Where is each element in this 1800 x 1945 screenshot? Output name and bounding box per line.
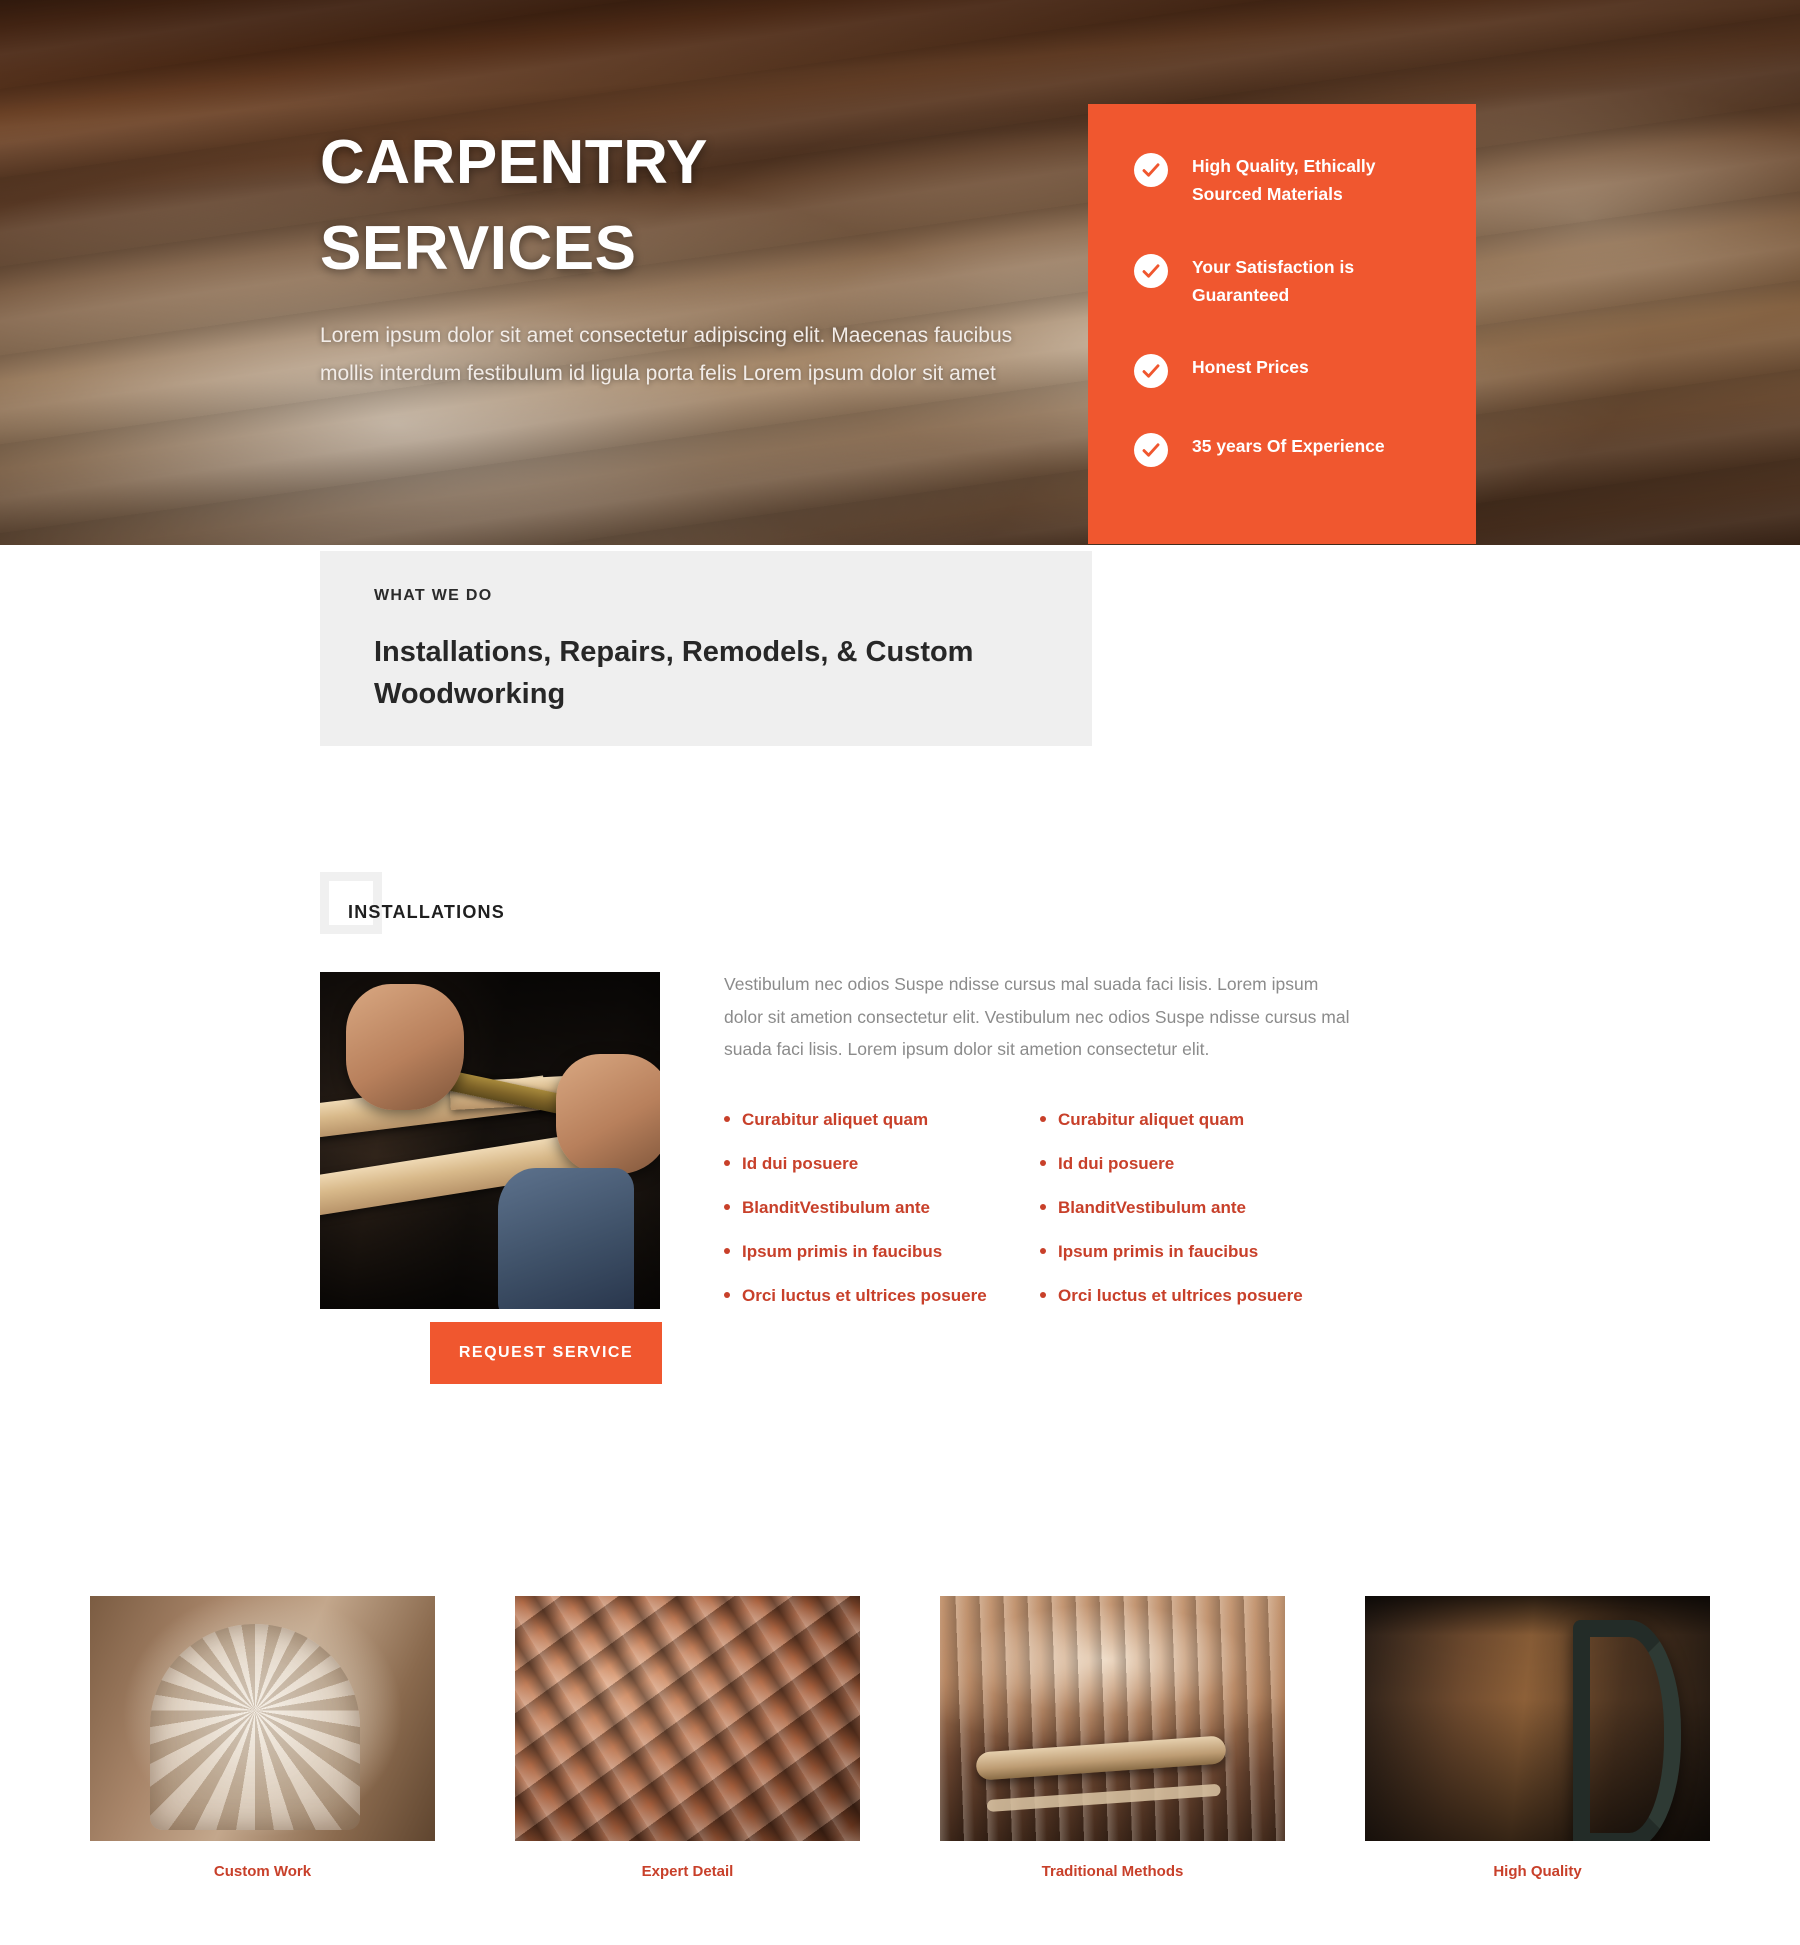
bullet-list-right: Curabitur aliquet quam Id dui posuere Bl… — [1040, 1110, 1356, 1306]
bullet-dot-icon — [724, 1291, 730, 1298]
bullet-dot-icon — [724, 1115, 730, 1122]
bullet-label: Curabitur aliquet quam — [1058, 1109, 1245, 1129]
bullet-label: Orci luctus et ultrices posuere — [1058, 1285, 1303, 1305]
hero-content: Carpentry Services Lorem ipsum dolor sit… — [320, 120, 1040, 394]
list-item[interactable]: Curabitur aliquet quam — [1040, 1110, 1356, 1130]
bullet-dot-icon — [1040, 1247, 1046, 1254]
list-item[interactable]: Ipsum primis in faucibus — [724, 1242, 1040, 1262]
gallery-caption: High Quality — [1493, 1863, 1582, 1880]
gallery-photo[interactable] — [90, 1596, 435, 1841]
list-item[interactable]: BlanditVestibulum ante — [1040, 1198, 1356, 1218]
gallery-item[interactable]: High Quality — [1365, 1596, 1710, 1880]
bullet-label: BlanditVestibulum ante — [1058, 1197, 1246, 1217]
hero-section: Carpentry Services Lorem ipsum dolor sit… — [0, 0, 1800, 545]
bullet-list-left: Curabitur aliquet quam Id dui posuere Bl… — [724, 1110, 1040, 1306]
feature-item: Your Satisfaction is Guaranteed — [1134, 253, 1434, 310]
feature-label: High Quality, Ethically Sourced Material… — [1192, 156, 1376, 205]
list-item[interactable]: Orci luctus et ultrices posuere — [1040, 1286, 1356, 1306]
gallery-caption: Traditional Methods — [1041, 1863, 1184, 1880]
bullet-label: Curabitur aliquet quam — [742, 1109, 929, 1129]
bullet-dot-icon — [724, 1203, 730, 1210]
gallery-item[interactable]: Traditional Methods — [940, 1596, 1285, 1880]
bullet-dot-icon — [1040, 1159, 1046, 1166]
list-item[interactable]: BlanditVestibulum ante — [724, 1198, 1040, 1218]
installations-photo — [320, 972, 660, 1309]
bullet-label: Ipsum primis in faucibus — [742, 1241, 943, 1261]
request-service-button[interactable]: REQUEST SERVICE — [430, 1322, 662, 1384]
feature-item: 35 years Of Experience — [1134, 432, 1434, 468]
feature-label: Honest Prices — [1192, 357, 1309, 378]
check-circle-icon — [1134, 253, 1168, 288]
gallery-photo[interactable] — [515, 1596, 860, 1841]
hero-feature-panel: High Quality, Ethically Sourced Material… — [1088, 104, 1476, 544]
hand-shape — [346, 984, 464, 1110]
hero-subtitle: Lorem ipsum dolor sit amet consectetur a… — [320, 324, 1013, 386]
gallery-photo[interactable] — [1365, 1596, 1710, 1841]
carpentry-services-page: Carpentry Services Lorem ipsum dolor sit… — [0, 0, 1800, 1945]
bullet-dot-icon — [724, 1159, 730, 1166]
gallery-item[interactable]: Expert Detail — [515, 1596, 860, 1880]
list-item[interactable]: Ipsum primis in faucibus — [1040, 1242, 1356, 1262]
bullet-label: BlanditVestibulum ante — [742, 1197, 930, 1217]
bullet-dot-icon — [1040, 1203, 1046, 1210]
what-we-do-panel: WHAT WE DO Installations, Repairs, Remod… — [320, 551, 1092, 746]
gallery-section: Custom Work Expert Detail Traditional Me… — [90, 1596, 1710, 1880]
installations-paragraph: Vestibulum nec odios Suspe ndisse cursus… — [724, 974, 1350, 1060]
feature-item: Honest Prices — [1134, 353, 1434, 389]
gallery-caption: Expert Detail — [641, 1863, 734, 1880]
check-circle-icon — [1134, 153, 1168, 187]
installations-bullet-columns: Curabitur aliquet quam Id dui posuere Bl… — [724, 1110, 1356, 1306]
bullet-dot-icon — [1040, 1291, 1046, 1298]
gallery-photo[interactable] — [940, 1596, 1285, 1841]
feature-label: 35 years Of Experience — [1192, 436, 1385, 457]
feature-label: Your Satisfaction is Guaranteed — [1192, 256, 1355, 306]
check-circle-icon — [1134, 354, 1168, 389]
bullet-label: Id dui posuere — [742, 1153, 859, 1173]
bullet-label: Orci luctus et ultrices posuere — [742, 1285, 987, 1305]
bullet-dot-icon — [1040, 1115, 1046, 1122]
what-we-do-kicker: WHAT WE DO — [374, 587, 493, 604]
feature-item: High Quality, Ethically Sourced Material… — [1134, 152, 1434, 209]
gallery-caption: Custom Work — [213, 1863, 312, 1880]
what-we-do-title: Installations, Repairs, Remodels, & Cust… — [374, 636, 974, 711]
installations-heading-group: INSTALLATIONS — [320, 872, 840, 934]
list-item[interactable]: Curabitur aliquet quam — [724, 1110, 1040, 1130]
installations-heading: INSTALLATIONS — [348, 902, 505, 922]
hand-shape — [556, 1054, 660, 1174]
list-item[interactable]: Id dui posuere — [724, 1154, 1040, 1174]
installations-body: Vestibulum nec odios Suspe ndisse cursus… — [724, 968, 1356, 1306]
check-circle-icon — [1134, 433, 1168, 468]
list-item[interactable]: Orci luctus et ultrices posuere — [724, 1286, 1040, 1306]
page-title: Carpentry Services — [320, 128, 707, 283]
bullet-label: Id dui posuere — [1058, 1153, 1175, 1173]
gallery-item[interactable]: Custom Work — [90, 1596, 435, 1880]
bullet-label: Ipsum primis in faucibus — [1058, 1241, 1259, 1261]
bullet-dot-icon — [724, 1247, 730, 1254]
denim-shape — [498, 1168, 634, 1309]
list-item[interactable]: Id dui posuere — [1040, 1154, 1356, 1174]
